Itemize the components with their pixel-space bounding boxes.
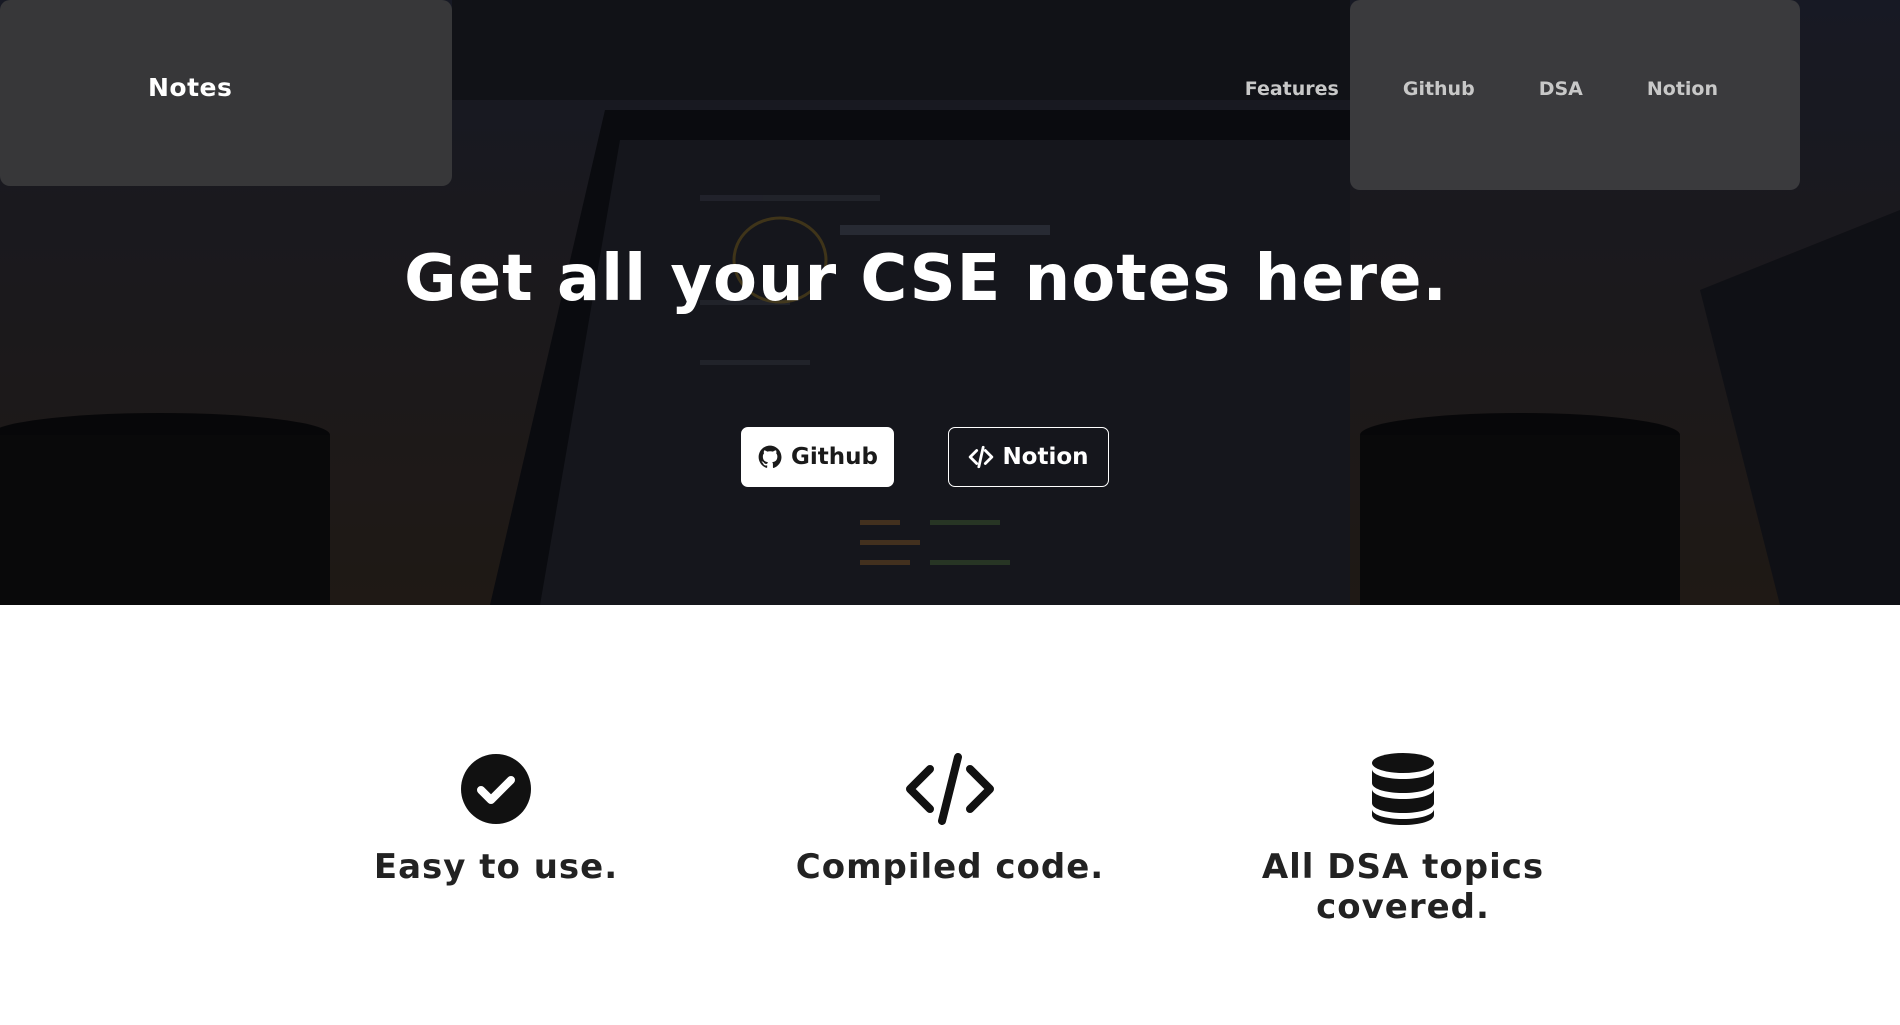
code-icon	[906, 753, 994, 825]
nav-link-dsa[interactable]: DSA	[1539, 78, 1583, 100]
hero-title: Get all your CSE notes here.	[404, 242, 1448, 316]
github-button[interactable]: Github	[741, 427, 894, 487]
brand-logo[interactable]: Notes	[148, 73, 232, 102]
nav-link-features[interactable]: Features	[1245, 78, 1339, 100]
feature-label: All DSA topics covered.	[1261, 847, 1545, 927]
feature-dsa-topics: All DSA topics covered.	[1193, 753, 1613, 927]
notion-button-label: Notion	[1002, 444, 1089, 470]
feature-compiled-code: Compiled code.	[740, 753, 1160, 887]
database-icon	[1372, 753, 1434, 825]
github-button-label: Github	[791, 444, 878, 470]
github-icon	[757, 444, 783, 470]
navbar: Notes Features Github DSA Notion	[0, 0, 1900, 178]
nav-link-github[interactable]: Github	[1403, 78, 1475, 100]
notion-button[interactable]: Notion	[948, 427, 1109, 487]
feature-easy-to-use: Easy to use.	[286, 753, 706, 887]
nav-links: Features Github DSA Notion	[1181, 78, 1718, 100]
hero-section: Notes Features Github DSA Notion Get all…	[0, 0, 1900, 605]
code-icon	[968, 444, 994, 470]
hero-buttons: Github Notion	[741, 427, 1109, 487]
check-circle-icon	[461, 754, 531, 824]
nav-link-notion[interactable]: Notion	[1647, 78, 1718, 100]
feature-label: Compiled code.	[795, 847, 1105, 887]
feature-label: Easy to use.	[373, 847, 619, 887]
features-section: Easy to use. Compiled code. All DSA topi…	[0, 605, 1900, 1025]
